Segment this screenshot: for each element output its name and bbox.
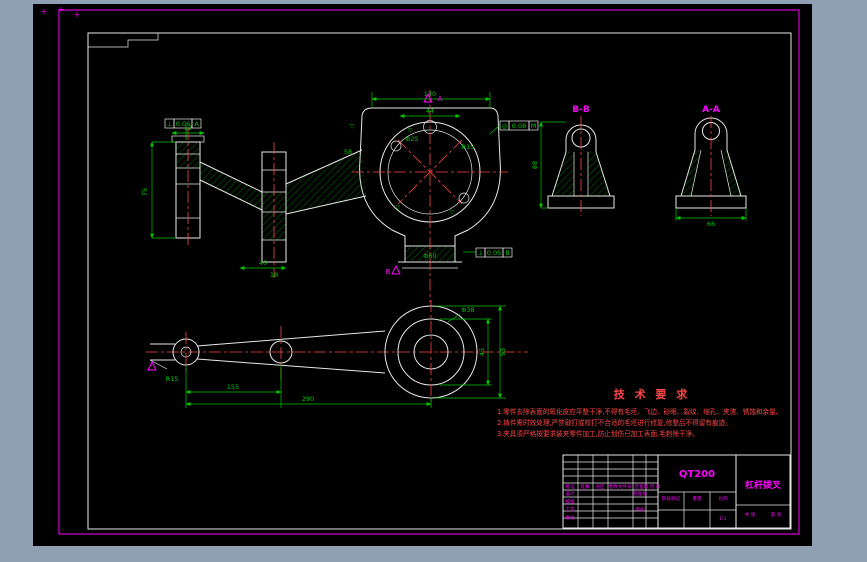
- titleblock-material: QT200: [679, 469, 715, 480]
- dimension-label: 88: [531, 161, 539, 169]
- dimension-label: 40: [259, 259, 267, 267]
- titleblock-label: 审核: [635, 506, 645, 513]
- dimension-label: 290: [302, 395, 314, 403]
- dimension-label: R15: [462, 143, 475, 151]
- dimension-label: 44: [426, 107, 434, 115]
- titleblock-label: 处数: [580, 483, 590, 490]
- titleblock-label: 签名: [634, 483, 643, 490]
- tech-requirement-line: 3.夹具须严格按要求装夹零件加工,防止划伤已加工表面,毛刺除干净。: [497, 429, 699, 438]
- titleblock-label: 标记: [565, 483, 575, 490]
- finish-mark-icon: ▽: [350, 123, 355, 130]
- dimension-label: 12: [184, 124, 192, 132]
- dimension-label: 45: [478, 348, 486, 356]
- dimension-label: 75: [141, 188, 149, 196]
- dimension-label: R15: [166, 375, 179, 383]
- titleblock-label: 更改文件号: [609, 483, 632, 490]
- datum-letter-b: B: [386, 268, 391, 276]
- dimension-label: 95: [499, 348, 507, 356]
- cad-viewport: + + + ⊥ 0.06 A 12 75 40 18 130 44 Φ25 R1…: [0, 0, 867, 562]
- tech-requirement-line: 2.铸件需时效处理,严禁敲打或校打不合适的毛坯进行修复,修整后不得留有痕迹。: [497, 418, 732, 427]
- finish-mark-icon: ▽: [408, 127, 413, 134]
- dimension-label: 130: [424, 90, 436, 98]
- titleblock-label: 校核: [565, 498, 575, 505]
- plus-mark-icon: +: [41, 7, 48, 16]
- plus-mark-icon: +: [58, 5, 65, 14]
- tech-requirements-title: 技 术 要 求: [614, 387, 691, 401]
- gdt-value: 0.05: [487, 249, 501, 257]
- gdt-symbol: ⊥: [478, 249, 484, 257]
- titleblock-label: 比例: [718, 495, 728, 502]
- dimension-label: 58: [344, 148, 352, 156]
- titleblock-part-name: 杠杆拨叉: [745, 479, 782, 491]
- titleblock-label: 批准: [565, 514, 575, 521]
- gdt-symbol: ⊥: [167, 120, 173, 128]
- titleblock-label: 标准化: [633, 490, 647, 497]
- titleblock-label: 设计: [565, 490, 575, 497]
- gdt-datum: B: [505, 249, 509, 257]
- gdt-value: 0.08: [512, 122, 526, 130]
- section-label-a: A-A: [702, 105, 720, 115]
- section-label-b: B-B: [572, 105, 590, 115]
- titleblock-label: 阶段标记: [662, 495, 681, 502]
- plus-mark-icon: +: [74, 10, 81, 19]
- finish-mark-icon: ▽: [396, 204, 401, 211]
- dimension-label: 18: [270, 271, 278, 279]
- dimension-label: Φ60: [423, 252, 436, 260]
- dimension-label: Φ38: [461, 306, 474, 314]
- titleblock-label: 分区: [595, 483, 605, 490]
- titleblock-sheet-no: 第 张: [771, 511, 782, 518]
- titleblock-label: 重量: [692, 495, 702, 502]
- drawing-canvas[interactable]: [33, 4, 812, 546]
- datum-letter-a: A: [438, 95, 443, 103]
- finish-mark-icon: ▽: [450, 209, 455, 216]
- dimension-label: 66: [707, 220, 715, 228]
- cad-drawing: + + + ⊥ 0.06 A 12 75 40 18 130 44 Φ25 R1…: [33, 4, 812, 546]
- titleblock-label: 工艺: [565, 507, 575, 513]
- tech-requirement-line: 1.零件去除表面的氧化皮应平整干净,不得有毛坯、飞边、砂眼、裂纹、缩孔、夹渣、锈…: [497, 407, 782, 416]
- gdt-datum: A: [194, 120, 199, 128]
- titleblock-label: 年.月.日: [644, 483, 661, 490]
- titleblock-sheets: 共 张: [745, 511, 756, 518]
- dimension-label: Φ25: [405, 135, 418, 143]
- dimension-label: 155: [227, 383, 239, 391]
- gdt-datum: M: [531, 122, 537, 130]
- gdt-symbol: ◎: [502, 122, 508, 130]
- titleblock-scale-value: 1:1: [719, 516, 726, 522]
